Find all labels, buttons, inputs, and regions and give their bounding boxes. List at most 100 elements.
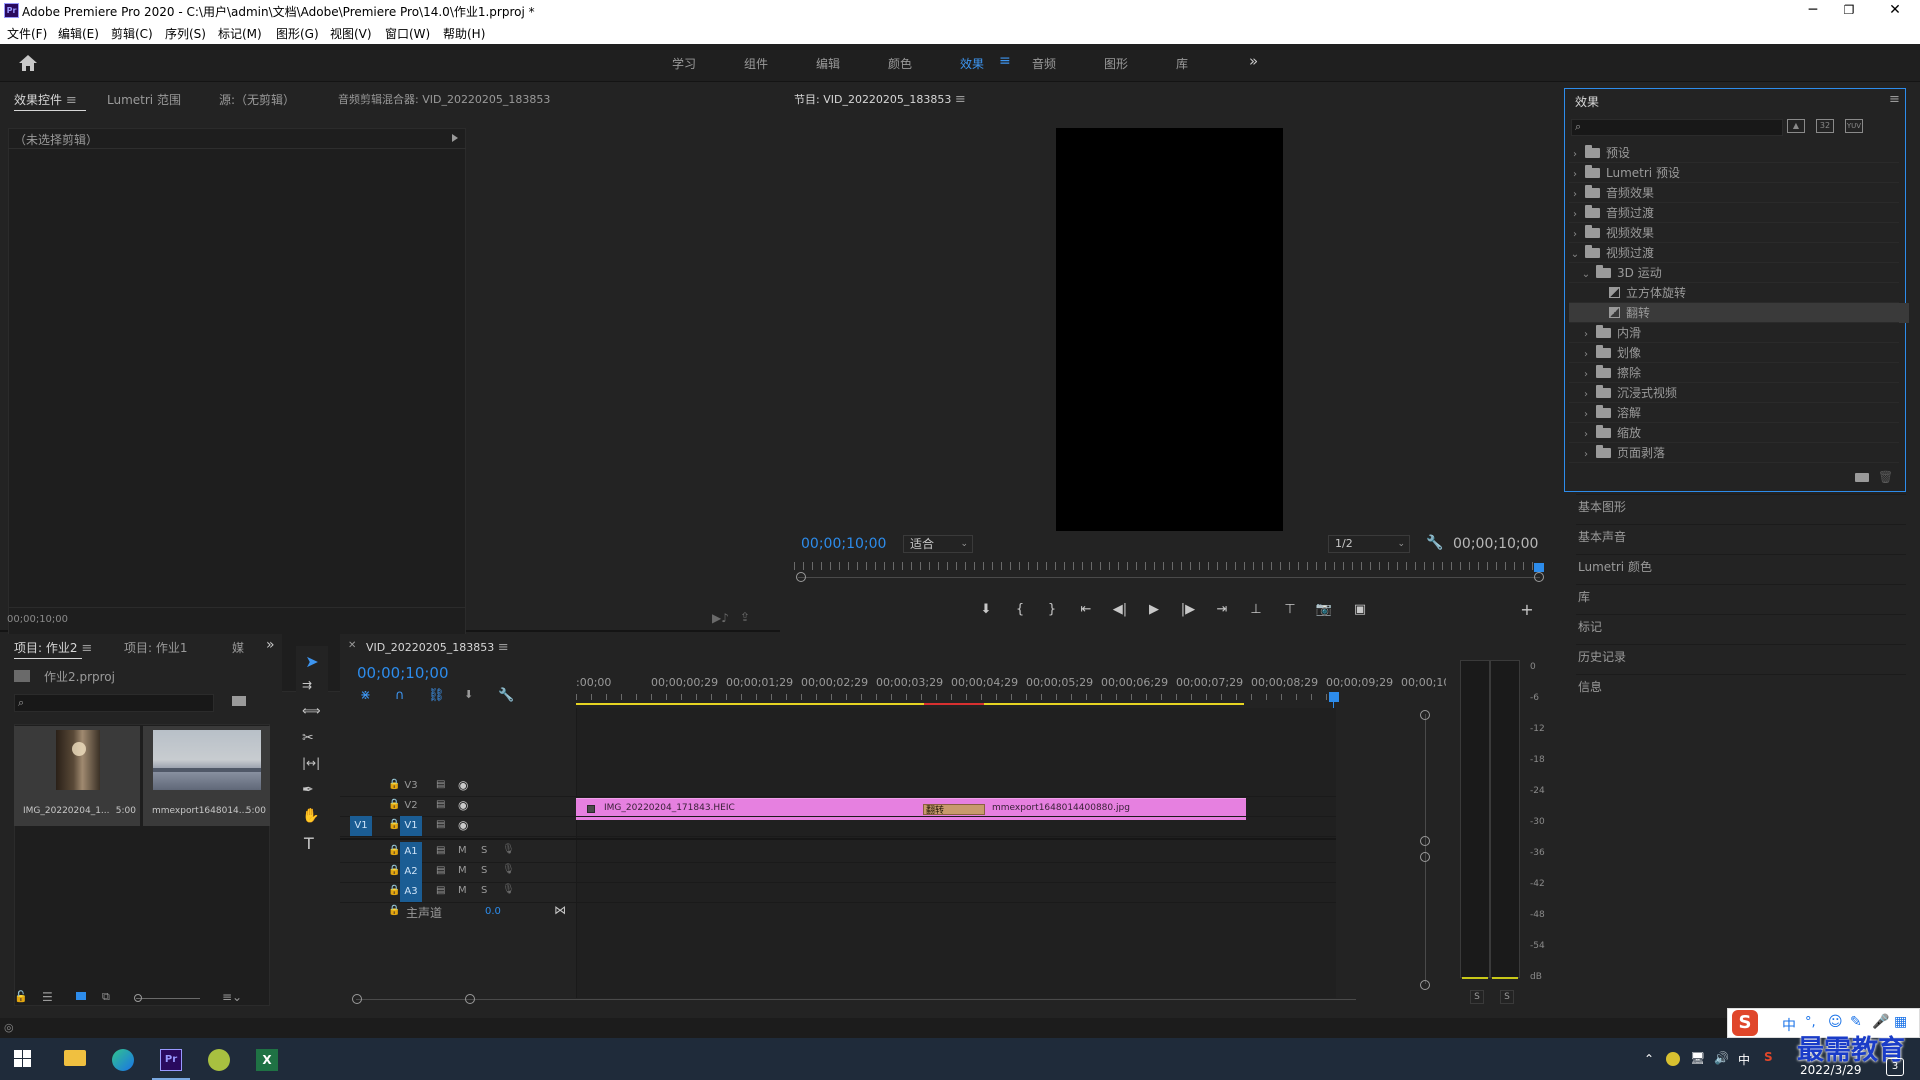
windows-start-icon[interactable] xyxy=(14,1050,31,1067)
zoom-slider-handle[interactable] xyxy=(134,994,142,1002)
effects-tree-item[interactable]: 翻转 xyxy=(1569,303,1909,323)
go-to-end-icon[interactable]: ⋈ xyxy=(554,903,566,917)
type-tool-icon[interactable]: T xyxy=(304,834,314,853)
home-icon[interactable] xyxy=(18,54,38,72)
playhead-marker[interactable] xyxy=(1534,563,1544,572)
workspace-assembly[interactable]: 组件 xyxy=(744,55,768,72)
go-to-out-icon[interactable]: ⇥ xyxy=(1212,600,1232,620)
sync-lock-icon[interactable]: ▤ xyxy=(436,779,445,790)
lift-icon[interactable]: ⊥ xyxy=(1246,600,1266,620)
32bit-effects-icon[interactable]: 32 xyxy=(1816,119,1834,133)
menu-file[interactable]: 文件(F) xyxy=(7,25,47,42)
sync-lock-icon[interactable]: ▤ xyxy=(436,799,445,810)
step-back-icon[interactable]: ◀| xyxy=(1110,600,1130,620)
zoom-handle-left[interactable] xyxy=(352,994,362,1004)
effects-search-input[interactable] xyxy=(1588,121,1778,134)
workspace-editing[interactable]: 编辑 xyxy=(816,55,840,72)
selection-tool-icon[interactable]: ➤ xyxy=(302,652,322,672)
workspace-effects[interactable]: 效果 xyxy=(960,55,984,72)
effects-tree-item[interactable]: › 页面剥落 xyxy=(1569,443,1909,463)
add-marker-icon[interactable]: ⬇ xyxy=(464,688,473,701)
ripple-edit-tool-icon[interactable]: ⟺ xyxy=(302,704,321,719)
clock-date[interactable]: 2022/3/29 xyxy=(1800,1063,1862,1077)
track-target-A3[interactable]: A3 xyxy=(400,882,422,902)
go-to-in-icon[interactable]: ⇤ xyxy=(1076,600,1096,620)
accelerated-effects-icon[interactable]: ▲ xyxy=(1787,119,1805,133)
effects-search-field[interactable]: ⌕ xyxy=(1571,119,1783,136)
mute-button[interactable]: M xyxy=(458,845,467,856)
scroll-handle[interactable] xyxy=(1420,852,1430,862)
app-icon[interactable] xyxy=(208,1049,230,1071)
timeline-playhead[interactable] xyxy=(1329,692,1339,702)
freeform-view-icon[interactable]: ⧉ xyxy=(102,990,110,1004)
more-workspaces-icon[interactable]: » xyxy=(1249,52,1258,70)
zoom-handle-right[interactable] xyxy=(465,994,475,1004)
scroll-handle[interactable] xyxy=(1420,710,1430,720)
vertical-scrollbar[interactable] xyxy=(1425,714,1426,984)
panel-menu-icon[interactable]: ≡ xyxy=(66,93,77,108)
lock-icon[interactable]: 🔒 xyxy=(388,865,400,876)
extract-icon[interactable]: ⊤ xyxy=(1280,600,1300,620)
effects-tree-item[interactable]: › 划像 xyxy=(1569,343,1909,363)
nest-icon[interactable]: ⋇ xyxy=(360,688,371,703)
project-search-field[interactable]: ⌕ xyxy=(14,694,214,712)
sync-lock-icon[interactable]: ▤ xyxy=(436,819,445,830)
lock-icon[interactable]: 🔒 xyxy=(388,779,400,790)
wrench-icon[interactable]: 🔧 xyxy=(1426,535,1443,551)
eye-icon[interactable]: ◉ xyxy=(458,778,468,792)
mark-in-icon[interactable]: { xyxy=(1010,600,1030,620)
expand-arrow-icon[interactable] xyxy=(452,134,458,142)
zoom-scrollbar[interactable] xyxy=(798,577,1540,578)
panel-header-item[interactable]: 基本声音 xyxy=(1576,524,1906,548)
effects-tree-item[interactable]: › 沉浸式视频 xyxy=(1569,383,1909,403)
lock-icon[interactable]: 🔓 xyxy=(14,990,28,1003)
scroll-handle[interactable] xyxy=(1420,836,1430,846)
file-explorer-icon[interactable] xyxy=(64,1050,86,1066)
effects-tree-item[interactable]: › 内滑 xyxy=(1569,323,1909,343)
mute-button[interactable]: M xyxy=(458,885,467,896)
panel-header-item[interactable]: Lumetri 颜色 xyxy=(1576,554,1906,578)
workspace-color[interactable]: 颜色 xyxy=(888,55,912,72)
menu-clip[interactable]: 剪辑(C) xyxy=(111,25,153,42)
lock-icon[interactable]: 🔒 xyxy=(388,885,400,896)
icon-view-icon[interactable] xyxy=(76,992,86,1000)
new-bin-from-search-icon[interactable] xyxy=(232,696,246,706)
volume-icon[interactable]: 🔊 xyxy=(1714,1051,1729,1065)
notification-icon[interactable]: 3 xyxy=(1886,1058,1904,1076)
tab-source[interactable]: 源:（无剪辑） xyxy=(219,87,295,113)
solo-left-button[interactable]: S xyxy=(1470,990,1484,1004)
master-volume-value[interactable]: 0.0 xyxy=(485,906,501,917)
time-ruler[interactable]: :00;00 00;00;00;29 00;00;01;29 00;00;02;29 0… xyxy=(576,676,1454,706)
tray-app-icon[interactable] xyxy=(1666,1052,1680,1066)
track-target-V2[interactable]: V2 xyxy=(400,796,422,816)
step-forward-icon[interactable]: |▶ xyxy=(1178,600,1198,620)
solo-button[interactable]: S xyxy=(481,845,487,856)
play-audio-icon[interactable]: ▶♪ xyxy=(712,611,729,625)
panel-header-item[interactable]: 库 xyxy=(1576,584,1906,608)
tray-arrow-icon[interactable]: ⌃ xyxy=(1644,1052,1654,1066)
sync-lock-icon[interactable]: ▤ xyxy=(436,845,445,856)
effects-tree-item[interactable]: › 预设 xyxy=(1569,143,1909,163)
mute-button[interactable]: M xyxy=(458,865,467,876)
tab-media[interactable]: 媒 xyxy=(232,635,244,661)
sync-lock-icon[interactable]: ▤ xyxy=(436,865,445,876)
horizontal-zoom-bar[interactable] xyxy=(356,999,1356,1000)
track-target-V1[interactable]: V1 xyxy=(400,816,422,836)
effects-tree-item[interactable]: › 音频效果 xyxy=(1569,183,1909,203)
export-frame-icon[interactable]: ⇪ xyxy=(740,610,750,624)
resolution-dropdown[interactable]: 1/2 ⌄ xyxy=(1328,535,1410,553)
microphone-icon[interactable]: 🎙 xyxy=(502,884,515,895)
zoom-slider[interactable] xyxy=(136,998,200,999)
lock-icon[interactable]: 🔒 xyxy=(388,905,400,916)
effects-tree-item[interactable]: ⌄ 3D 运动 xyxy=(1569,263,1909,283)
linked-selection-icon[interactable]: ⛓ xyxy=(428,688,445,703)
delete-icon[interactable]: 🗑 xyxy=(1878,470,1893,484)
solo-right-button[interactable]: S xyxy=(1500,990,1514,1004)
panel-menu-icon[interactable]: ≡ xyxy=(81,641,92,656)
hand-tool-icon[interactable]: ✋ xyxy=(302,808,319,824)
eye-icon[interactable]: ◉ xyxy=(458,798,468,812)
menu-window[interactable]: 窗口(W) xyxy=(385,25,430,42)
panel-header-item[interactable]: 标记 xyxy=(1576,614,1906,638)
play-icon[interactable]: ▶ xyxy=(1144,600,1164,620)
program-timecode-current[interactable]: 00;00;10;00 xyxy=(801,536,886,552)
